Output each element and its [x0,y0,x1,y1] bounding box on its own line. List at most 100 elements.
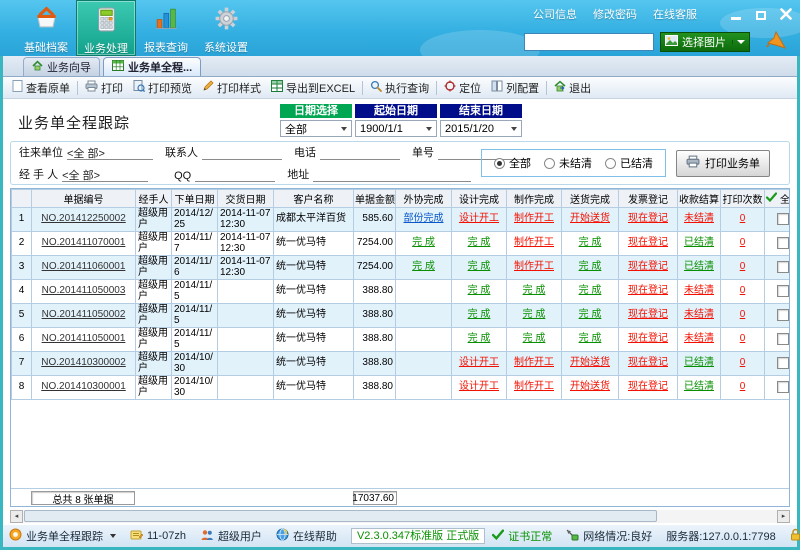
table-row[interactable]: 8 NO.201410300001 超级用户 2014/10/30 统一优马特 … [12,376,791,400]
print-count-link[interactable]: 0 [740,309,746,320]
design-status-link[interactable]: 完 成 [468,309,491,320]
phone-field[interactable] [320,146,400,160]
locate-button[interactable]: 定位 [439,78,486,98]
deliver-status-link[interactable]: 开始送货 [570,213,610,224]
scrollbar-thumb[interactable] [24,510,657,522]
payment-status-link[interactable]: 已结清 [684,381,714,392]
print-order-button[interactable]: 打印业务单 [676,150,770,177]
design-status-link[interactable]: 设计开工 [459,381,499,392]
qq-field[interactable] [195,168,275,182]
date-mode-select[interactable]: 全部 [280,120,352,137]
payment-status-link[interactable]: 未结清 [684,333,714,344]
make-status-link[interactable]: 制作开工 [514,237,554,248]
col-delivery-date[interactable]: 交货日期 [218,190,274,208]
radio-settled[interactable]: 已结清 [605,155,653,171]
order-no-link[interactable]: NO.201410300002 [41,357,126,368]
table-row[interactable]: 2 NO.201411070001 超级用户 2014/11/7 2014-11… [12,232,791,256]
maximize-icon[interactable] [754,9,767,20]
deliver-status-link[interactable]: 完 成 [579,237,602,248]
outsource-status-link[interactable]: 部份完成 [404,213,444,224]
nav-item-base-files[interactable]: 基础档案 [16,0,76,56]
make-status-link[interactable]: 制作开工 [514,381,554,392]
print-count-link[interactable]: 0 [740,333,746,344]
make-status-link[interactable]: 制作开工 [514,261,554,272]
radio-unsettled[interactable]: 未结清 [544,155,592,171]
design-status-link[interactable]: 完 成 [468,261,491,272]
invoice-status-link[interactable]: 现在登记 [628,285,668,296]
start-date-select[interactable]: 1900/1/1 [355,120,437,137]
col-order-no[interactable]: 单据编号 [32,190,136,208]
chevron-down-icon[interactable] [732,40,745,44]
unit-field[interactable] [67,146,153,160]
payment-status-link[interactable]: 未结清 [684,285,714,296]
col-order-date[interactable]: 下单日期 [172,190,218,208]
row-checkbox[interactable] [777,309,789,321]
online-service-link[interactable]: 在线客服 [653,6,697,22]
date-tag-item[interactable]: 11-07zh [130,529,186,544]
nav-item-business-process[interactable]: 业务处理 [76,0,136,56]
company-info-link[interactable]: 公司信息 [533,6,577,22]
invoice-status-link[interactable]: 现在登记 [628,309,668,320]
change-password-link[interactable]: 修改密码 [593,6,637,22]
order-no-link[interactable]: NO.201411050003 [42,285,126,296]
current-user-item[interactable]: 超级用户 [200,528,262,544]
make-status-link[interactable]: 完 成 [523,333,546,344]
deliver-status-link[interactable]: 完 成 [579,333,602,344]
payment-status-link[interactable]: 已结清 [684,357,714,368]
print-preview-button[interactable]: 打印预览 [128,78,197,98]
tab-business-wizard[interactable]: 业务向导 [23,57,100,76]
design-status-link[interactable]: 完 成 [468,237,491,248]
col-outsource[interactable]: 外协完成 [396,190,452,208]
print-count-link[interactable]: 0 [740,357,746,368]
deliver-status-link[interactable]: 开始送货 [570,381,610,392]
deliver-status-link[interactable]: 完 成 [579,261,602,272]
end-date-select[interactable]: 2015/1/20 [440,120,522,137]
handler-field[interactable] [62,168,148,182]
contact-field[interactable] [202,146,282,160]
print-count-link[interactable]: 0 [740,285,746,296]
scrollbar-track[interactable] [23,510,777,523]
payment-status-link[interactable]: 未结清 [684,309,714,320]
address-field[interactable] [313,168,471,182]
payment-status-link[interactable]: 已结清 [684,261,714,272]
outsource-status-link[interactable]: 完 成 [412,237,435,248]
order-no-link[interactable]: NO.201410300001 [41,381,126,392]
outsource-status-link[interactable]: 完 成 [412,261,435,272]
invoice-status-link[interactable]: 现在登记 [628,381,668,392]
col-handler[interactable]: 经手人 [136,190,172,208]
make-status-link[interactable]: 完 成 [523,309,546,320]
row-checkbox[interactable] [777,333,789,345]
invoice-status-link[interactable]: 现在登记 [628,213,668,224]
design-status-link[interactable]: 设计开工 [459,213,499,224]
design-status-link[interactable]: 完 成 [468,285,491,296]
col-payment[interactable]: 收款结算 [678,190,721,208]
execute-query-button[interactable]: 执行查询 [365,78,434,98]
tab-order-tracking[interactable]: 业务单全程... [103,57,201,76]
table-row[interactable]: 5 NO.201411050002 超级用户 2014/11/5 统一优马特 3… [12,304,791,328]
make-status-link[interactable]: 完 成 [523,285,546,296]
deliver-status-link[interactable]: 开始送货 [570,357,610,368]
choose-image-button[interactable]: 选择图片 [660,32,750,52]
table-row[interactable]: 7 NO.201410300002 超级用户 2014/10/30 统一优马特 … [12,352,791,376]
print-count-link[interactable]: 0 [740,213,746,224]
row-checkbox[interactable] [777,237,789,249]
col-print-count[interactable]: 打印次数 [721,190,765,208]
column-config-button[interactable]: 列配置 [486,78,544,98]
payment-status-link[interactable]: 未结清 [684,213,714,224]
deliver-status-link[interactable]: 完 成 [579,309,602,320]
module-menu[interactable]: 业务单全程跟踪 [9,528,116,544]
order-no-link[interactable]: NO.201411060001 [42,261,126,272]
col-invoice[interactable]: 发票登记 [619,190,678,208]
col-deliver[interactable]: 送货完成 [562,190,619,208]
table-row[interactable]: 6 NO.201411050001 超级用户 2014/11/5 统一优马特 3… [12,328,791,352]
design-status-link[interactable]: 完 成 [468,333,491,344]
print-count-link[interactable]: 0 [740,261,746,272]
minimize-icon[interactable] [729,9,742,20]
order-no-link[interactable]: NO.201411050001 [42,333,126,344]
scroll-left-icon[interactable] [10,510,23,523]
order-no-link[interactable]: NO.201412250002 [41,213,126,224]
design-status-link[interactable]: 设计开工 [459,357,499,368]
radio-all[interactable]: 全部 [494,155,531,171]
horn-icon[interactable] [766,30,788,54]
col-design[interactable]: 设计完成 [452,190,507,208]
